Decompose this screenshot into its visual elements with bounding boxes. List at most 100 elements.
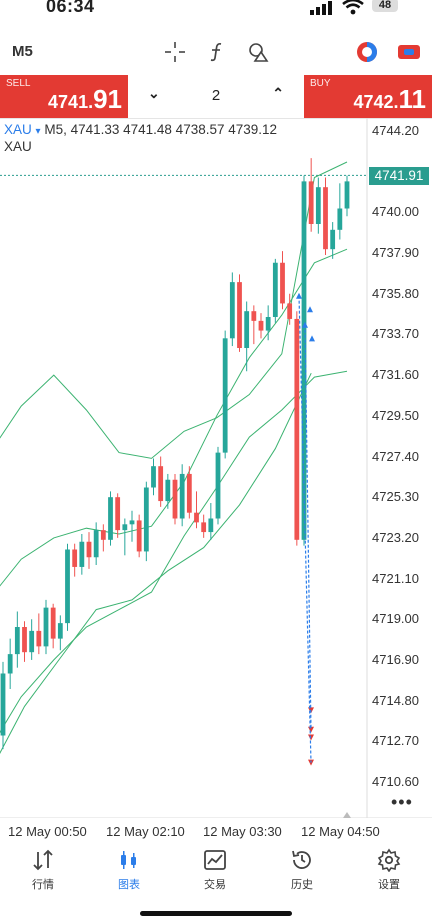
candle-body: [315, 187, 321, 224]
nav-trade[interactable]: 交易: [172, 846, 258, 892]
one-click-trading-panel: SELL 4741.91 ⌄ 2 ⌃ BUY 4742.11: [0, 75, 432, 119]
candle-body: [272, 262, 278, 317]
time-label: 12 May 04:50: [301, 824, 380, 839]
nav-chart[interactable]: 图表: [86, 846, 172, 892]
nav-settings[interactable]: 设置: [346, 846, 432, 892]
sell-button[interactable]: SELL 4741.91: [0, 75, 128, 118]
candle-body: [115, 497, 121, 531]
candle-body: [57, 623, 63, 639]
candle-body: [7, 654, 13, 674]
buy-price: 4742.11: [353, 84, 426, 114]
candle-body: [72, 549, 78, 567]
candle-body: [237, 282, 242, 348]
candle-body: [79, 541, 85, 567]
candle-body: [308, 181, 314, 224]
bottom-navigation: 行情 图表 交易 历史 设置: [0, 846, 432, 896]
candle-body: [29, 630, 35, 653]
price-axis-label: 4733.70: [372, 326, 419, 342]
buy-order-marker: [307, 306, 313, 313]
chart-icon: [86, 846, 172, 874]
status-bar: 06:34 48: [0, 0, 432, 22]
price-axis-label: 4729.50: [372, 407, 419, 423]
chart-symbol-description: XAU: [4, 139, 32, 154]
price-axis-label: 4727.40: [372, 448, 419, 464]
chart-toolbar: M5: [0, 30, 432, 74]
sell-price: 4741.91: [48, 84, 122, 114]
candle-body: [129, 520, 135, 525]
candle-body: [93, 530, 99, 558]
account-icon[interactable]: [396, 40, 422, 64]
price-axis-label: 4735.80: [372, 285, 419, 301]
price-axis-label: 4731.60: [372, 367, 419, 383]
candle-body: [143, 487, 149, 552]
candle-body: [136, 520, 142, 552]
crosshair-icon[interactable]: [162, 40, 188, 64]
candle-body: [222, 338, 228, 453]
candle-body: [172, 479, 178, 519]
candle-body: [323, 187, 328, 250]
candle-body: [280, 262, 285, 304]
candle-body: [208, 518, 214, 533]
price-axis-label: 4725.30: [372, 489, 419, 505]
candle-body: [244, 311, 250, 348]
candle-body: [337, 208, 343, 230]
candle-body: [158, 466, 164, 502]
candle-body: [43, 607, 49, 647]
price-axis-label: 4723.20: [372, 529, 419, 545]
increase-lot-button[interactable]: ⌃: [272, 85, 284, 102]
candle-body: [344, 181, 350, 209]
buy-button[interactable]: BUY 4742.11: [304, 75, 432, 118]
nav-history[interactable]: 历史: [259, 846, 345, 892]
home-indicator: [140, 911, 292, 916]
candle-body: [215, 452, 221, 519]
candle-body: [186, 473, 192, 513]
buy-order-marker: [309, 335, 315, 342]
candle-body: [151, 466, 156, 488]
settings-icon: [346, 846, 432, 874]
timeframe-button[interactable]: M5: [12, 43, 33, 60]
nav-quotes[interactable]: 行情: [0, 846, 86, 892]
status-time: 06:34: [46, 0, 95, 16]
time-label: 12 May 03:30: [203, 824, 282, 839]
chart-symbol-info: XAU ▾ M5, 4741.33 4741.48 4738.57 4739.1…: [4, 122, 277, 137]
theme-icon[interactable]: [354, 40, 380, 64]
chart-symbol[interactable]: XAU ▾: [4, 122, 41, 137]
time-label: 12 May 02:10: [106, 824, 185, 839]
function-icon[interactable]: [204, 40, 230, 64]
price-axis-label: 4721.10: [372, 570, 419, 586]
price-axis-label: 4737.90: [372, 245, 419, 261]
candle-body: [330, 229, 336, 250]
quotes-icon: [0, 846, 86, 874]
price-axis-label: 4710.60: [372, 774, 419, 789]
objects-icon[interactable]: [246, 40, 272, 64]
more-options-icon[interactable]: •••: [391, 792, 413, 813]
bollinger-outer-band: [0, 372, 312, 754]
candle-body: [14, 627, 20, 655]
candle-body: [50, 607, 56, 639]
lot-size-control: ⌄ 2 ⌃: [128, 75, 304, 118]
time-label: 12 May 00:50: [8, 824, 87, 839]
buy-label: BUY: [310, 78, 331, 89]
candle-body: [100, 530, 106, 540]
candle-body: [86, 541, 92, 558]
sell-order-marker: [308, 734, 314, 741]
scroll-end-marker: [343, 812, 351, 818]
price-axis-label: 4740.00: [372, 204, 419, 220]
candle-body: [65, 549, 70, 624]
candle-body: [265, 317, 271, 331]
candle-body: [108, 497, 113, 540]
candle-body: [122, 524, 128, 531]
candle-body: [165, 479, 171, 502]
candle-body: [287, 303, 293, 319]
price-chart[interactable]: [0, 118, 432, 818]
candle-body: [229, 282, 235, 339]
price-axis-label: 4744.20: [372, 123, 419, 138]
candle-body: [258, 320, 264, 331]
candle-body: [294, 318, 300, 540]
price-axis-label: 4714.80: [372, 692, 419, 708]
wifi-icon: [342, 0, 364, 15]
price-axis-label: 4719.00: [372, 611, 419, 627]
candle-body: [201, 522, 207, 533]
candle-body: [36, 630, 42, 647]
chart-ohlc: M5, 4741.33 4741.48 4738.57 4739.12: [44, 122, 278, 137]
